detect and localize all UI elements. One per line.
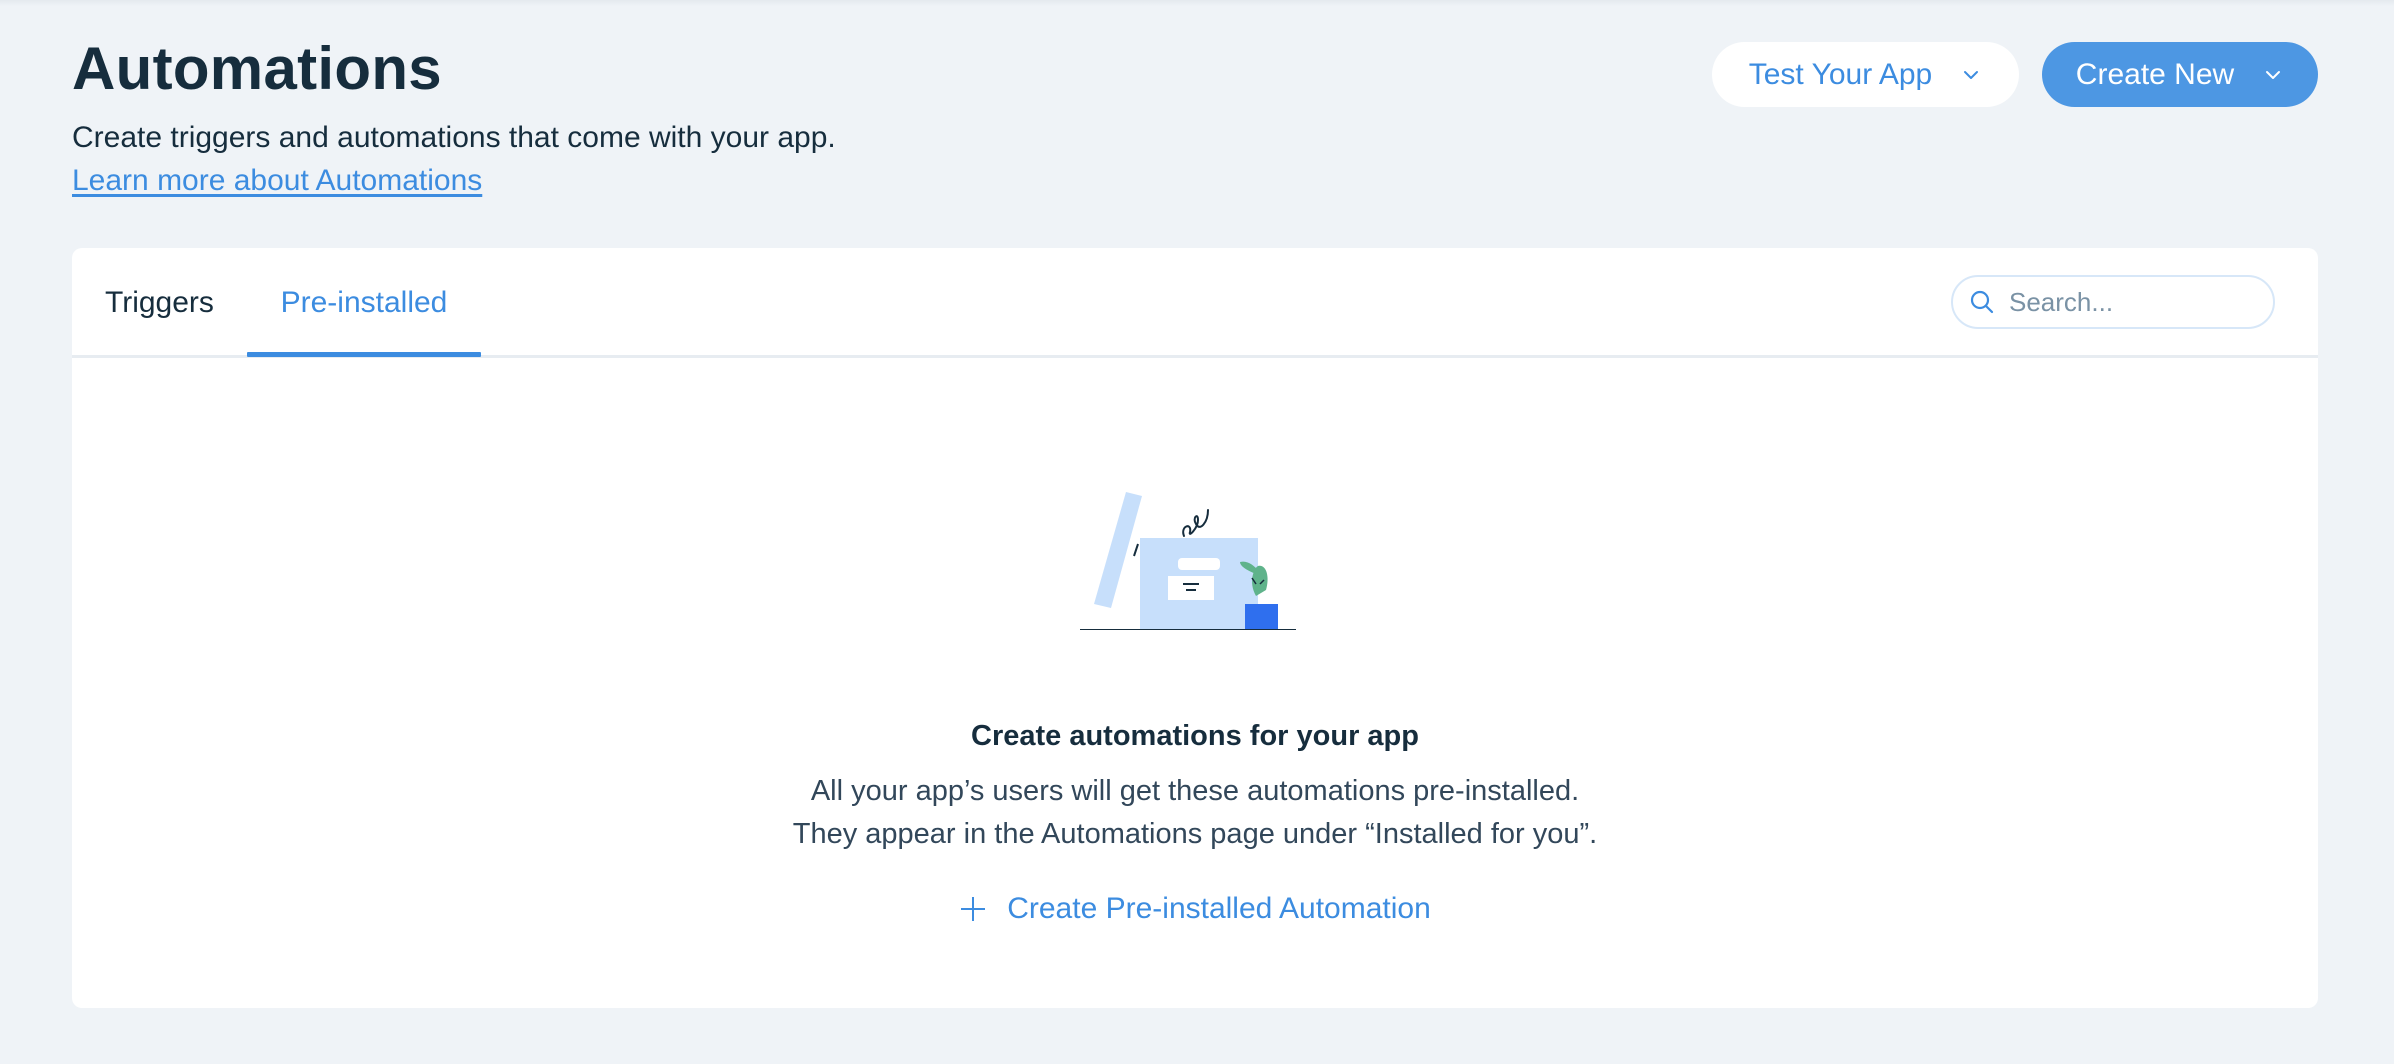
top-shadow (0, 0, 2394, 6)
tab-bar: Triggers Pre-installed (72, 248, 2318, 358)
search-input[interactable] (2009, 286, 2249, 318)
learn-more-link[interactable]: Learn more about Automations (72, 164, 482, 198)
page-subtitle: Create triggers and automations that com… (72, 121, 836, 154)
empty-state-illustration (1080, 492, 1296, 630)
search-icon (1970, 290, 1994, 314)
empty-state-title: Create automations for your app (971, 720, 1419, 752)
test-your-app-label: Test Your App (1748, 57, 1933, 91)
empty-state-description-line-1: All your app’s users will get these auto… (810, 775, 1580, 807)
plus-icon (961, 897, 986, 921)
create-new-label: Create New (2075, 57, 2235, 91)
search-box[interactable] (1951, 275, 2275, 329)
create-pre-installed-automation-button[interactable]: Create Pre-installed Automation (72, 892, 2318, 926)
automations-card: Triggers Pre-installed Creat (72, 248, 2318, 1008)
test-your-app-button[interactable]: Test Your App (1712, 42, 2019, 107)
chevron-down-icon (2266, 70, 2281, 79)
tab-pre-installed[interactable]: Pre-installed (247, 248, 481, 358)
empty-state-description-line-2: They appear in the Automations page unde… (792, 818, 1598, 850)
page-title: Automations (72, 35, 442, 102)
chevron-down-icon (1964, 70, 1979, 79)
create-new-button[interactable]: Create New (2042, 42, 2318, 107)
create-pre-installed-automation-label: Create Pre-installed Automation (1007, 892, 1431, 925)
active-tab-indicator (247, 352, 481, 357)
tab-triggers[interactable]: Triggers (105, 248, 214, 358)
